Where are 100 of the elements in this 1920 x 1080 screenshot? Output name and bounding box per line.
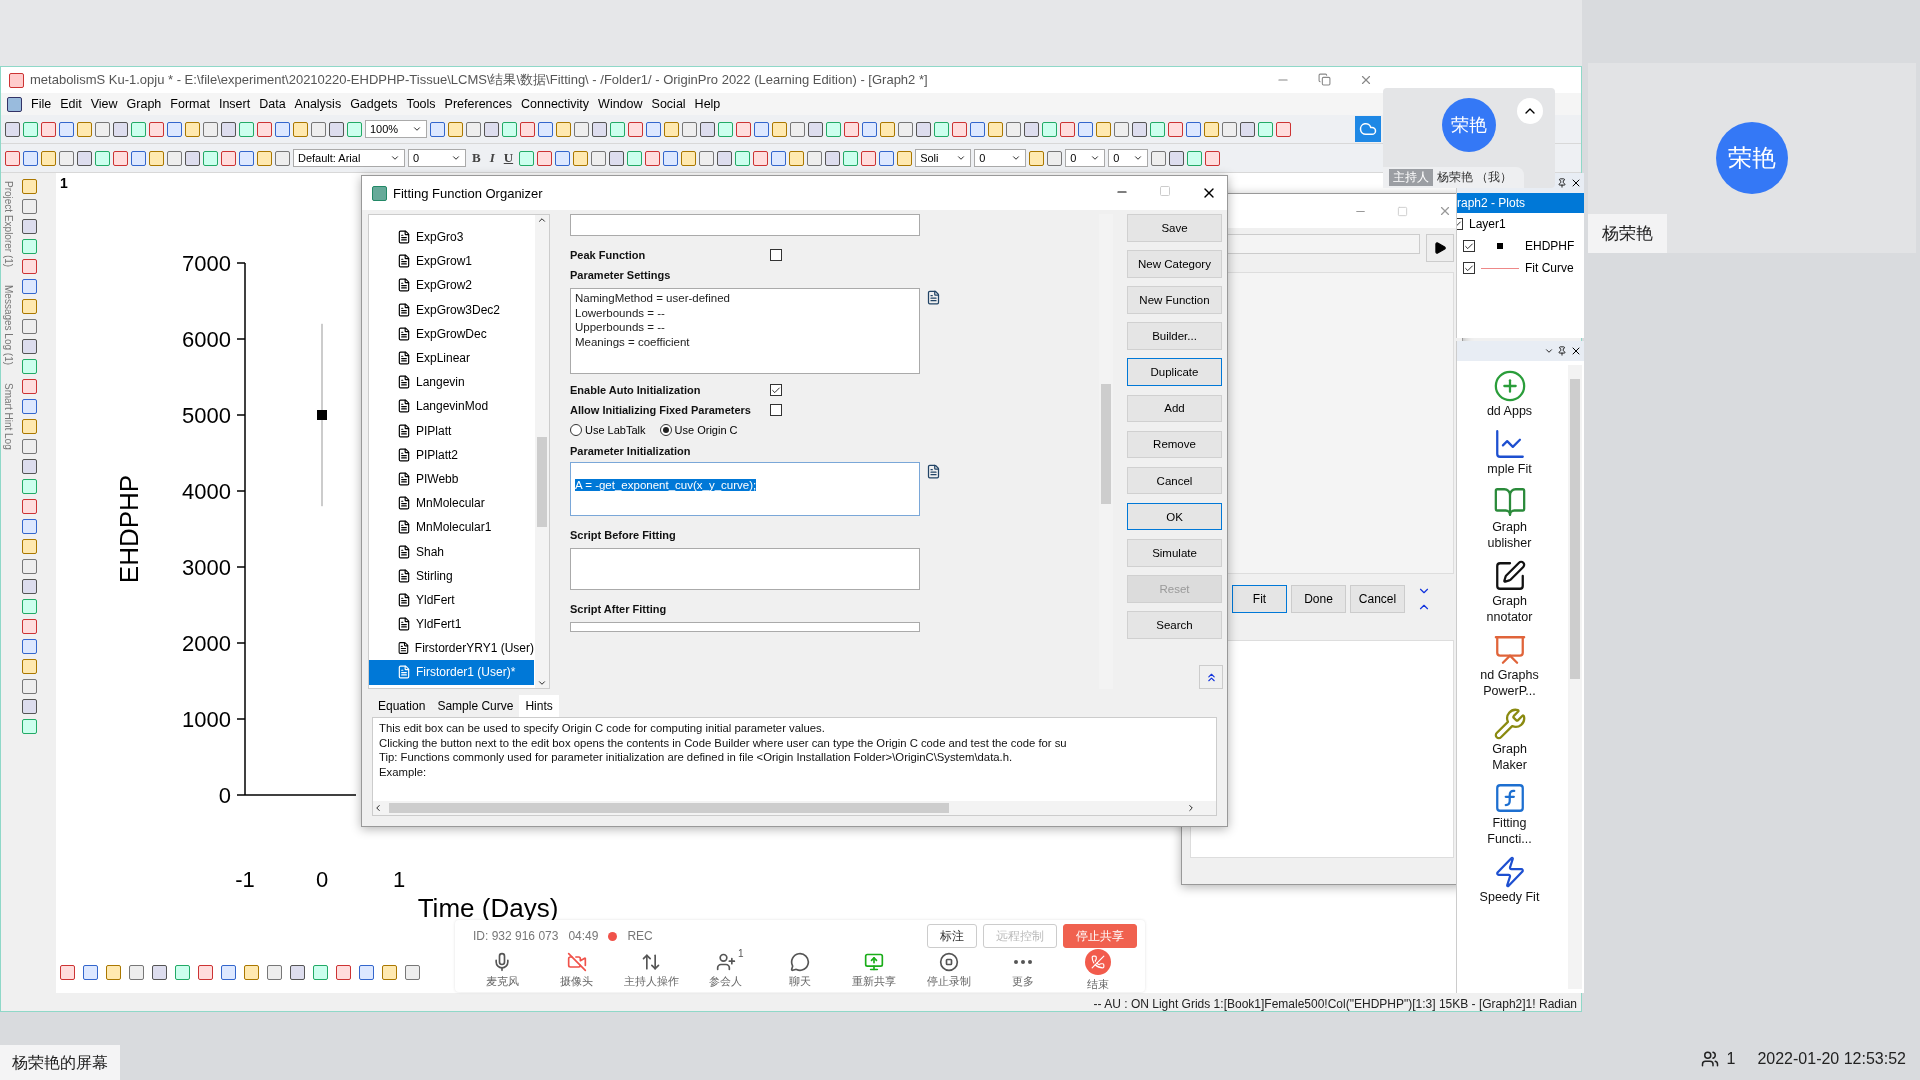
menu-item[interactable]: Window [598,97,643,111]
dialog-button[interactable]: Remove [1127,430,1222,459]
menu-item[interactable]: Insert [218,97,251,111]
y-axis-title: EHDPHP [114,474,144,584]
format-button[interactable]: B [469,150,484,166]
meeting-button[interactable]: 标注 [927,924,977,948]
tab[interactable]: Sample Curve [431,695,520,717]
meeting-control[interactable]: 聊天 [767,952,832,992]
hint-line: Example: [379,764,428,779]
dialog-button[interactable]: Cancel [1350,585,1405,613]
dialog-button[interactable]: Save [1127,214,1222,242]
text-line: Meanings = coefficient [575,334,691,349]
menu-item[interactable]: Tools [406,97,436,111]
meeting-control[interactable]: 麦克风 [470,952,535,992]
tab[interactable]: Hints [519,695,559,717]
x-axis-title: Time (Days) [417,893,559,923]
side-panel-tab[interactable]: Project Explorer (1) [1,181,14,268]
function-list-item[interactable]: ExpGrow2 [369,273,534,298]
meeting-time: 04:49 [568,929,599,943]
dialog-button[interactable]: Builder... [1127,322,1222,350]
function-list-item[interactable]: Shah [369,539,534,564]
function-list-item[interactable]: Stirling [369,563,534,588]
menu-item[interactable]: Help [694,97,721,111]
dialog-button[interactable]: Done [1291,585,1346,613]
meeting-control[interactable]: 摄像头 [544,952,609,992]
format-button[interactable]: U [500,150,517,166]
dialog-button[interactable]: Cancel [1127,466,1222,495]
participant-name: 杨荣艳 [1588,214,1667,253]
function-list-item[interactable]: MnMolecular [369,491,534,516]
line-style-combo[interactable]: Soli [915,149,972,167]
value-combo[interactable]: 0 [1065,149,1106,167]
app-item[interactable]: Speedy Fit [1457,855,1562,905]
radio-button[interactable]: Use LabTalk [570,424,646,436]
app-item[interactable]: Graph ublisher [1457,485,1562,551]
y-tick-label: 7000 [182,251,231,276]
meeting-control[interactable]: 更多 [991,952,1056,992]
app-item[interactable]: Graph Maker [1457,707,1562,773]
code-field[interactable]: A = -get_exponent_cuv(x_y_curve); [570,462,920,516]
font-combo[interactable]: Default: Arial [293,149,405,167]
function-list-item[interactable]: ExpGro3 [369,225,534,250]
function-list-item[interactable]: Langevin [369,370,534,395]
function-list-item[interactable]: ExpLinear [369,345,534,371]
field-label: Allow Initializing Fixed Parameters [570,404,752,416]
menu-item[interactable]: Format [170,97,210,111]
zoom-combo[interactable]: 100% [365,120,427,138]
line-width-combo[interactable]: 0 [974,149,1027,167]
menu-item[interactable]: File [31,97,52,111]
function-list-item[interactable]: PIPlatt [369,418,534,443]
dialog-title: Fitting Function Organizer [393,185,543,201]
app-item[interactable]: Graph nnotator [1457,559,1562,625]
dialog-button[interactable]: OK [1127,502,1222,531]
dialog-button[interactable]: New Category [1127,250,1222,278]
menu-item[interactable]: Data [259,97,286,111]
menu-item[interactable]: Edit [60,97,82,111]
meeting-control[interactable]: 停止录制 [916,952,981,992]
radio-button[interactable]: Use Origin C [659,424,738,436]
meeting-id: ID: 932 916 073 [473,929,559,943]
x-tick-label: 0 [315,867,329,892]
function-list-item[interactable]: ExpGrow1 [369,249,534,274]
function-list-item[interactable]: ExpGrowDec [369,321,534,346]
menu-item[interactable]: Graph [126,97,162,111]
side-panel-tab[interactable]: Messages Log (1) [1,285,14,366]
function-list-item[interactable]: YldFert1 [369,612,534,637]
tab[interactable]: Equation [372,695,432,717]
font-size-combo[interactable]: 0 [408,149,466,167]
meeting-control[interactable]: 主持人操作 [619,952,684,992]
function-list-item[interactable]: Firstorder1 (User)* [369,660,534,685]
side-panel-tab[interactable]: Smart Hint Log [1,383,14,450]
menu-item[interactable]: Preferences [444,97,512,111]
app-item[interactable]: Fitting Functi... [1457,781,1562,847]
menu-item[interactable]: Gadgets [350,97,398,111]
app-item[interactable]: nd Graphs PowerP... [1457,633,1562,699]
app-item[interactable]: dd Apps [1457,369,1562,419]
y-tick-label: 0 [218,783,231,808]
function-list-item[interactable]: FirstorderYRY1 (User) [369,636,534,661]
menu-item[interactable]: Social [651,97,686,111]
dialog-button[interactable]: Fit [1232,585,1287,613]
function-list-item[interactable]: YldFert [369,587,534,612]
menu-item[interactable]: View [90,97,118,111]
dialog-button[interactable]: Search [1127,611,1222,639]
text-area[interactable]: NamingMethod = user-defined Lowerbounds = -- Upperbounds = -- Meanings = coefficient [570,288,920,374]
menu-item[interactable]: Connectivity [521,97,590,111]
function-list-item[interactable]: LangevinMod [369,394,534,419]
app-item[interactable]: mple Fit [1457,427,1562,477]
function-list-item[interactable]: MnMolecular1 [369,515,534,540]
role-badge: 主持人 [1389,169,1433,186]
meeting-control[interactable]: 重新共享 [842,952,907,992]
menu-item[interactable]: Analysis [294,97,342,111]
dialog-button[interactable]: Simulate [1127,539,1222,567]
dialog-button[interactable]: New Function [1127,286,1222,314]
dialog-button[interactable]: Add [1127,394,1222,423]
section-label: Parameter Initialization [570,445,691,457]
format-button[interactable]: I [486,150,498,166]
function-list-item[interactable]: PIPlatt2 [369,442,534,467]
dialog-button[interactable]: Duplicate [1127,358,1222,386]
function-list-item[interactable]: ExpGrow3Dec2 [369,297,534,322]
meeting-control[interactable]: 结束 [1065,952,1130,992]
function-list-item[interactable]: PIWebb [369,466,534,492]
screen-label: 杨荣艳的屏幕 [0,1045,120,1080]
value-combo[interactable]: 0 [1108,149,1149,167]
